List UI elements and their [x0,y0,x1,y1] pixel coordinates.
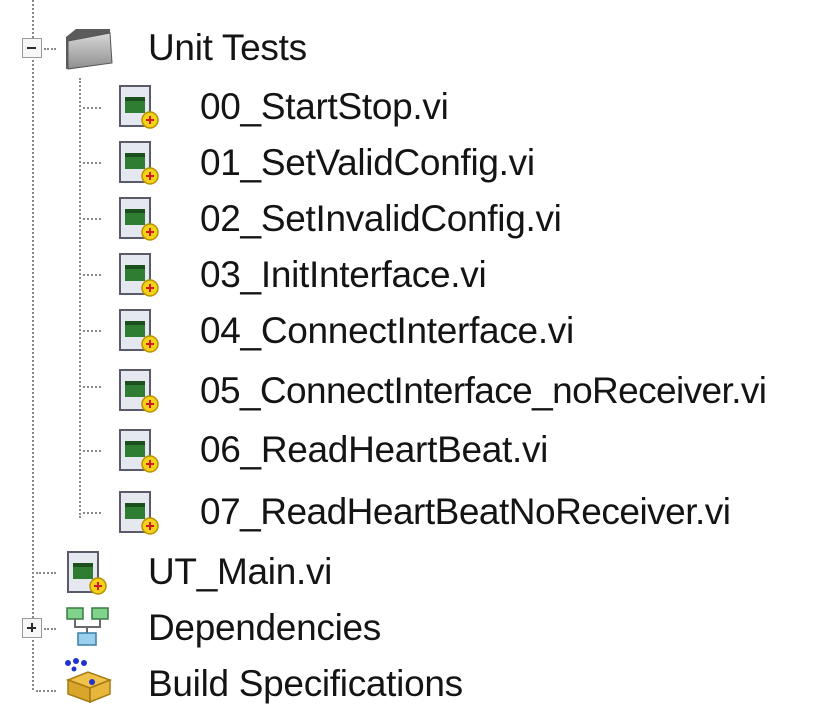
vi-file-icon [119,85,159,129]
tree-item-label: 05_ConnectInterface_noReceiver.vi [200,370,767,411]
vi-file-icon [119,369,159,413]
tree-item-label: 03_InitInterface.vi [200,254,487,295]
collapse-icon[interactable] [22,38,42,58]
tree-item-vi[interactable]: 07_ReadHeartBeatNoReceiver.vi [0,486,800,538]
tree-item-build-specifications[interactable]: Build Specifications [0,658,520,710]
project-tree: Unit Tests 00_StartStop.vi 01_SetValidCo… [0,0,825,706]
vi-file-icon [119,309,159,353]
tree-item-vi[interactable]: 06_ReadHeartBeat.vi [0,424,600,476]
build-specifications-icon [65,658,113,704]
tree-item-vi[interactable]: 05_ConnectInterface_noReceiver.vi [0,363,825,415]
tree-item-vi[interactable]: 00_StartStop.vi [0,81,560,133]
tree-item-label: 06_ReadHeartBeat.vi [200,429,549,470]
tree-item-label: 02_SetInvalidConfig.vi [200,198,562,239]
tree-item-ut-main[interactable]: UT_Main.vi [0,546,380,598]
vi-file-icon [119,197,159,241]
tree-item-label: Unit Tests [148,27,307,68]
folder-icon [66,29,113,70]
vi-file-icon [119,491,159,535]
tree-item-label: Dependencies [148,607,381,648]
tree-item-label: 04_ConnectInterface.vi [200,310,574,351]
tree-item-unit-tests[interactable]: Unit Tests [0,22,340,74]
vi-file-icon [119,141,159,185]
tree-item-vi[interactable]: 04_ConnectInterface.vi [0,305,640,357]
vi-file-icon [67,551,107,595]
dependencies-icon [66,607,109,646]
tree-item-label: UT_Main.vi [148,551,333,592]
tree-item-label: Build Specifications [148,663,463,704]
vi-file-icon [119,253,159,297]
tree-item-vi[interactable]: 03_InitInterface.vi [0,249,560,301]
vi-file-icon [119,429,159,473]
expand-icon[interactable] [22,618,42,638]
tree-item-vi[interactable]: 02_SetInvalidConfig.vi [0,193,620,245]
tree-item-label: 00_StartStop.vi [200,86,449,127]
tree-item-dependencies[interactable]: Dependencies [0,602,420,654]
tree-item-label: 07_ReadHeartBeatNoReceiver.vi [200,491,731,532]
tree-item-label: 01_SetValidConfig.vi [200,142,535,183]
tree-item-vi[interactable]: 01_SetValidConfig.vi [0,137,600,189]
